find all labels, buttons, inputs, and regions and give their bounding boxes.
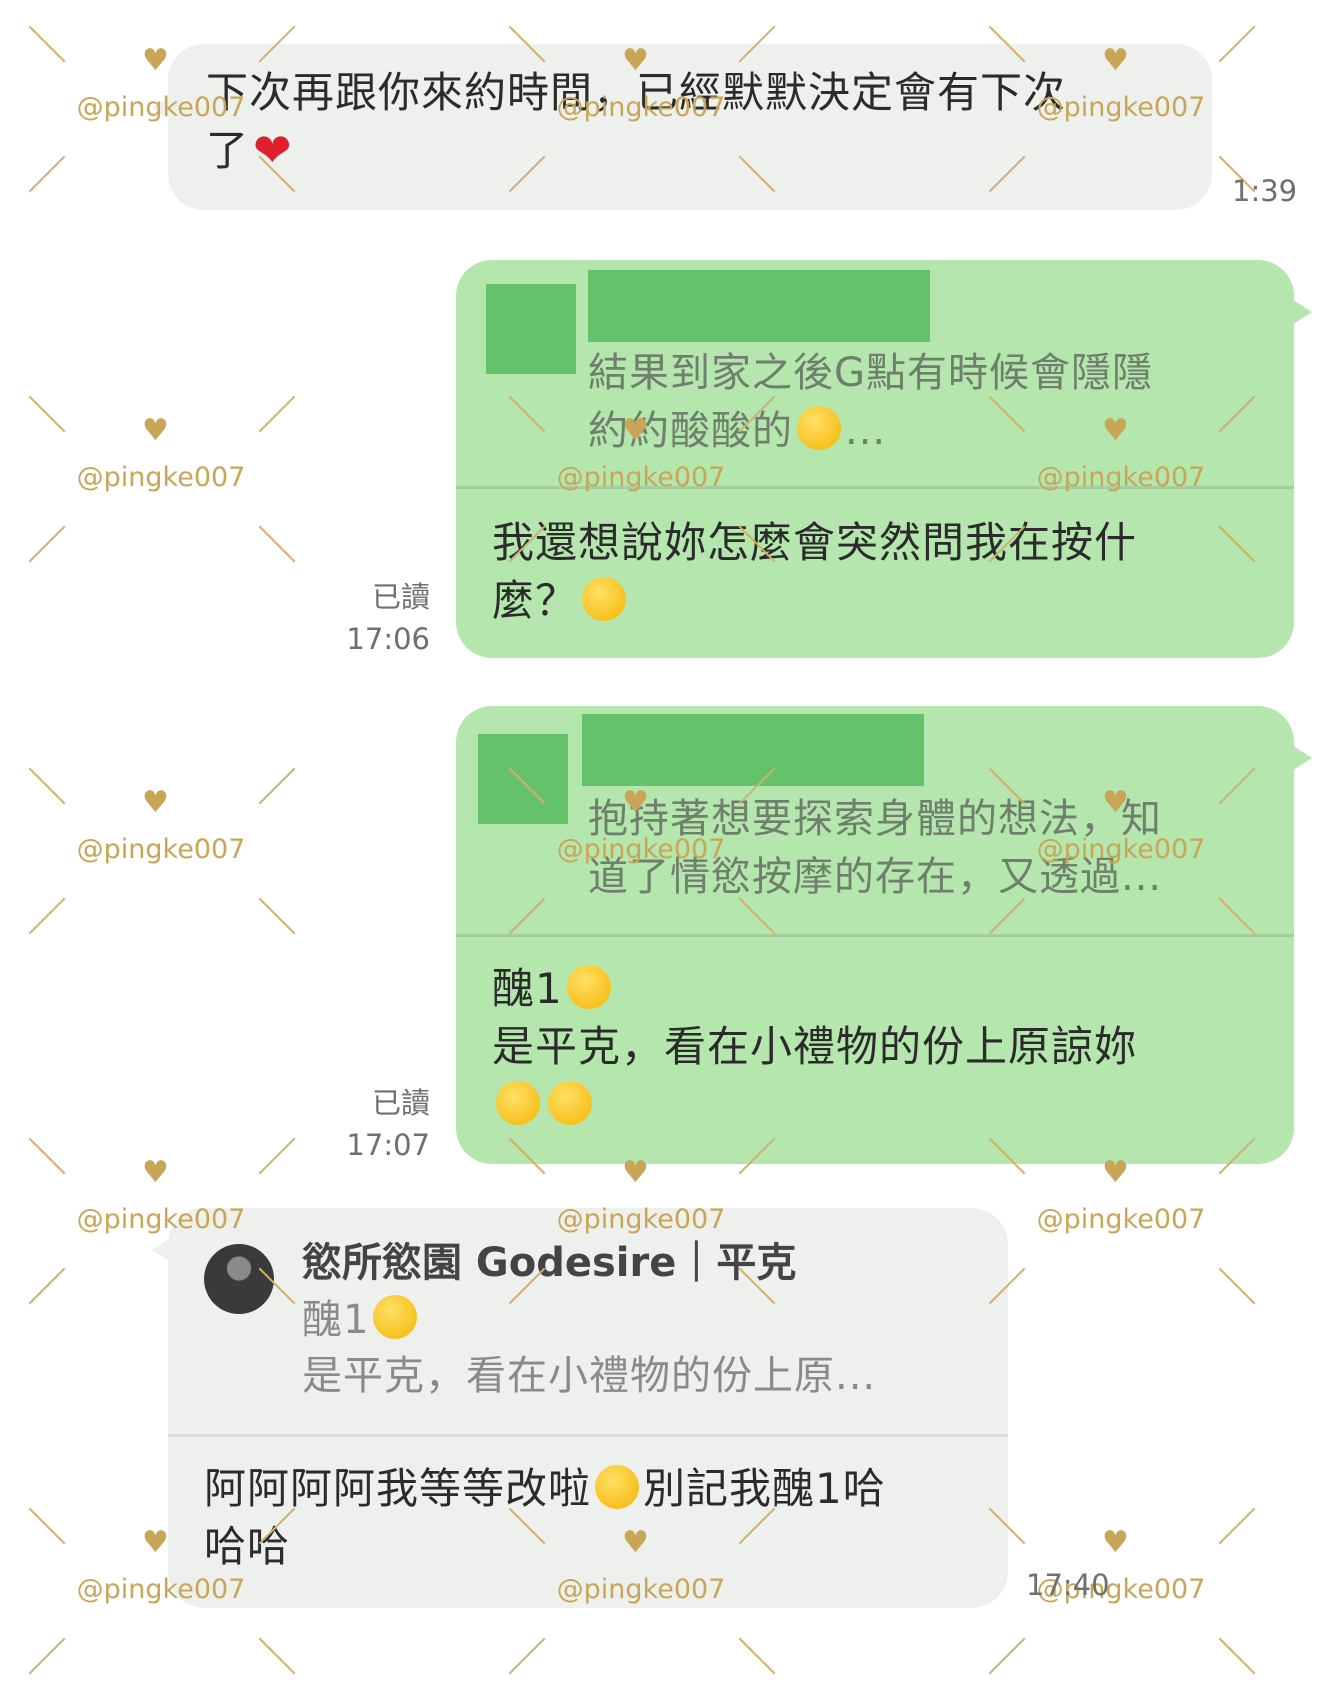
quoted-sender-name: 慾所慾園 Godesire｜平克 <box>302 1240 797 1286</box>
watermark-arrow-icon <box>506 1636 546 1676</box>
watermark-arrow-icon <box>1216 1636 1256 1676</box>
watermark-arrow-icon <box>736 1636 776 1676</box>
watermark-arrow-icon <box>26 766 66 806</box>
heart-icon: ♥ <box>142 43 169 78</box>
quoted-text-line: 約約酸酸的 <box>588 408 793 454</box>
thinking-face-emoji-icon <box>797 406 841 450</box>
quoted-text-line: 是平克，看在小禮物的份上原... <box>302 1353 877 1399</box>
watermark-arrow-icon <box>26 1636 66 1676</box>
watermark-arrow-icon <box>1216 24 1256 64</box>
redacted-thumbnail <box>486 284 576 374</box>
read-receipt: 已讀 <box>371 1086 430 1120</box>
watermark-text: @pingke007 <box>76 834 246 865</box>
redacted-quote-author <box>582 714 924 786</box>
heart-icon: ♥ <box>1102 1525 1129 1560</box>
quote-divider <box>456 934 1294 937</box>
watermark-arrow-icon <box>26 1136 66 1176</box>
quoted-text-line: 醜1 <box>302 1297 370 1343</box>
watermark-arrow-icon <box>256 524 296 564</box>
read-receipt: 已讀 <box>371 580 430 614</box>
watermark-arrow-icon <box>256 896 296 936</box>
watermark-arrow-icon <box>256 766 296 806</box>
message-time: 17:40 <box>1026 1568 1110 1602</box>
woozy-face-emoji-icon <box>496 1081 540 1125</box>
quoted-text-line: 道了情慾按摩的存在，又透過... <box>588 854 1163 900</box>
outgoing-message-bubble-3[interactable]: 抱持著想要探索身體的想法，知 道了情慾按摩的存在，又透過... 醜1 是平克，看… <box>456 706 1312 1164</box>
watermark-arrow-icon <box>1216 1266 1256 1306</box>
shushing-face-emoji-icon <box>566 965 611 1009</box>
quoted-text-line: 結果到家之後G點有時候會隱隱 <box>588 350 1153 396</box>
heart-icon: ♥ <box>142 1525 169 1560</box>
message-time: 1:39 <box>1232 174 1298 208</box>
watermark-arrow-icon <box>1216 1506 1256 1546</box>
outgoing-message-bubble-2[interactable]: 結果到家之後G點有時候會隱隱 約約酸酸的... 我還想說妳怎麼會突然問我在按什 … <box>456 260 1312 658</box>
heart-icon: ♥ <box>142 785 169 820</box>
watermark-arrow-icon <box>26 24 66 64</box>
watermark-arrow-icon <box>26 524 66 564</box>
message-text-line: 醜1 <box>492 964 563 1013</box>
avatar[interactable] <box>204 1244 274 1314</box>
message-time: 17:06 <box>346 622 430 656</box>
heart-icon: ♥ <box>142 1155 169 1190</box>
rofl-emoji-icon <box>548 1081 592 1125</box>
watermark-arrow-icon <box>26 154 66 194</box>
watermark-tile: ♥ @pingke007 <box>26 788 296 946</box>
rofl-emoji-icon <box>582 577 627 621</box>
watermark-tile: ♥ @pingke007 <box>986 1528 1256 1686</box>
watermark-arrow-icon <box>986 1636 1026 1676</box>
watermark-text: @pingke007 <box>76 462 246 493</box>
pleading-face-emoji-icon <box>595 1465 640 1509</box>
watermark-arrow-icon <box>26 1506 66 1546</box>
incoming-message-bubble-1[interactable]: 下次再跟你來約時間，已經默默決定會有下次 了 <box>152 44 1212 210</box>
heart-icon: ♥ <box>142 413 169 448</box>
watermark-arrow-icon <box>26 1266 66 1306</box>
watermark-arrow-icon <box>256 394 296 434</box>
quote-divider <box>456 486 1294 489</box>
quoted-text-line: 抱持著想要探索身體的想法，知 <box>588 796 1162 842</box>
watermark-arrow-icon <box>256 1136 296 1176</box>
message-text-line: 哈哈 <box>204 1522 291 1571</box>
redacted-thumbnail <box>478 734 568 824</box>
watermark-text: @pingke007 <box>1036 1204 1206 1235</box>
message-text-line: 阿阿阿阿我等等改啦 <box>204 1464 592 1513</box>
message-text-line: 別記我醜1哈 <box>643 1464 886 1513</box>
message-text-line: 是平克，看在小禮物的份上原諒妳 <box>492 1022 1138 1071</box>
watermark-arrow-icon <box>256 1636 296 1676</box>
watermark-tile: ♥ @pingke007 <box>986 1158 1256 1316</box>
watermark-tile: ♥ @pingke007 <box>26 416 296 574</box>
shushing-face-emoji-icon <box>373 1295 418 1339</box>
watermark-arrow-icon <box>26 896 66 936</box>
message-text-line: 麼？ <box>492 576 579 625</box>
red-heart-emoji-icon <box>253 121 301 179</box>
message-text-line: 下次再跟你來約時間，已經默默決定會有下次 <box>206 68 1067 117</box>
message-time: 17:07 <box>346 1128 430 1162</box>
quote-divider <box>168 1434 1008 1437</box>
watermark-arrow-icon <box>26 394 66 434</box>
message-text-line: 了 <box>206 126 250 175</box>
incoming-message-bubble-4[interactable]: 慾所慾園 Godesire｜平克 醜1 是平克，看在小禮物的份上原... 阿阿阿… <box>152 1208 1008 1608</box>
quote-ellipsis: ... <box>845 408 887 454</box>
message-text-line: 我還想說妳怎麼會突然問我在按什 <box>492 518 1138 567</box>
redacted-quote-author <box>588 270 930 342</box>
